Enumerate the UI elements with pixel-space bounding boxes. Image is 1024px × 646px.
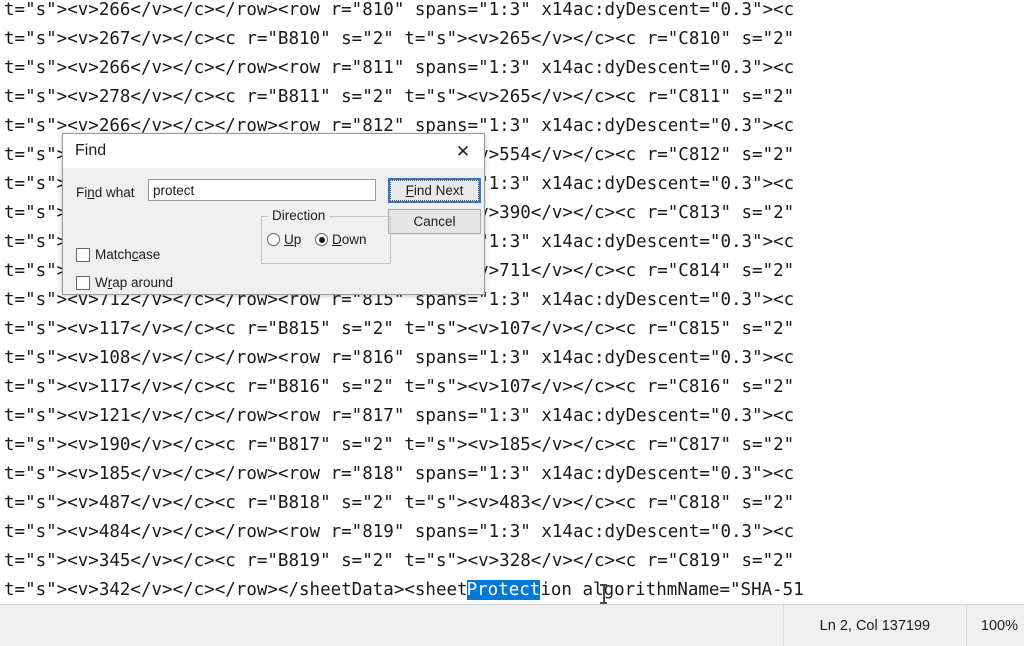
- text-content[interactable]: t="s"><v>266</v></c></row><row r="810" s…: [4, 0, 1024, 604]
- text-line[interactable]: t="s"><v>190</v></c><c r="B817" s="2" t=…: [4, 431, 1024, 460]
- find-next-button[interactable]: Find Next: [388, 178, 481, 203]
- radio-up-accel: U: [284, 232, 294, 247]
- find-next-label: ind Next: [413, 183, 464, 198]
- wrap-around-label-a: W: [95, 275, 108, 290]
- selected-text[interactable]: Protect: [466, 580, 541, 600]
- direction-radio-up[interactable]: Up: [267, 232, 301, 247]
- radio-down-label: own: [341, 232, 367, 247]
- match-case-checkbox[interactable]: Match c ase: [76, 247, 160, 262]
- find-what-label: Find what: [76, 185, 135, 200]
- text-line[interactable]: t="s"><v>266</v></c></row><row r="811" s…: [4, 54, 1024, 83]
- radio-up-indicator-icon: [267, 233, 280, 246]
- text-line[interactable]: t="s"><v>266</v></c></row><row r="810" s…: [4, 0, 1024, 25]
- find-what-label-text-a: Fi: [76, 185, 88, 200]
- match-case-checkbox-indicator-icon: [76, 247, 90, 262]
- find-next-accel: F: [405, 183, 414, 198]
- radio-down-accel: D: [332, 232, 342, 247]
- text-line[interactable]: t="s"><v>117</v></c><c r="B815" s="2" t=…: [4, 315, 1024, 344]
- text-line[interactable]: t="s"><v>121</v></c></row><row r="817" s…: [4, 402, 1024, 431]
- status-bar: Ln 2, Col 137199 100%: [0, 604, 1024, 646]
- find-dialog-title: Find: [75, 142, 107, 159]
- text-line[interactable]: t="s"><v>117</v></c><c r="B816" s="2" t=…: [4, 373, 1024, 402]
- close-icon[interactable]: ✕: [442, 134, 484, 168]
- find-what-label-accel: n: [87, 185, 95, 200]
- status-bar-spacer: [0, 605, 783, 646]
- text-line[interactable]: t="s"><v>185</v></c></row><row r="818" s…: [4, 460, 1024, 489]
- wrap-around-checkbox[interactable]: Wr ap around: [76, 275, 173, 290]
- text-line[interactable]: t="s"><v>345</v></c><c r="B819" s="2" t=…: [4, 547, 1024, 576]
- text-line-with-selection[interactable]: t="s"><v>342</v></c></row></sheetData><s…: [4, 576, 1024, 604]
- status-cursor-position: Ln 2, Col 137199: [782, 605, 966, 646]
- text-line[interactable]: t="s"><v>484</v></c></row><row r="819" s…: [4, 518, 1024, 547]
- find-what-label-text-b: d what: [94, 185, 135, 200]
- radio-down-indicator-icon: [315, 233, 328, 246]
- find-next-button-focus-ring: Find Next: [390, 180, 479, 201]
- text-line[interactable]: t="s"><v>487</v></c><c r="B818" s="2" t=…: [4, 489, 1024, 518]
- find-dialog-titlebar[interactable]: Find ✕: [63, 134, 484, 168]
- status-zoom-level[interactable]: 100%: [965, 605, 1024, 646]
- text-line[interactable]: t="s"><v>267</v></c><c r="B810" s="2" t=…: [4, 25, 1024, 54]
- match-case-accel: c: [131, 247, 139, 262]
- text-line[interactable]: t="s"><v>108</v></c></row><row r="816" s…: [4, 344, 1024, 373]
- match-case-label-b: ase: [138, 247, 161, 262]
- wrap-around-checkbox-indicator-icon: [76, 275, 90, 290]
- text-line[interactable]: t="s"><v>278</v></c><c r="B811" s="2" t=…: [4, 83, 1024, 112]
- find-dialog[interactable]: Find ✕ Find what Find Next Cancel Direct…: [62, 133, 485, 295]
- direction-groupbox-legend: Direction: [268, 208, 330, 223]
- find-what-input[interactable]: [148, 179, 376, 201]
- text-editor-surface[interactable]: t="s"><v>266</v></c></row><row r="810" s…: [0, 0, 1024, 604]
- cancel-button-label: Cancel: [413, 214, 456, 229]
- wrap-around-label-b: ap around: [112, 275, 174, 290]
- direction-radio-down[interactable]: Down: [315, 232, 367, 247]
- cancel-button[interactable]: Cancel: [388, 209, 481, 234]
- radio-up-label: p: [293, 232, 302, 247]
- match-case-label-a: Match: [95, 247, 132, 262]
